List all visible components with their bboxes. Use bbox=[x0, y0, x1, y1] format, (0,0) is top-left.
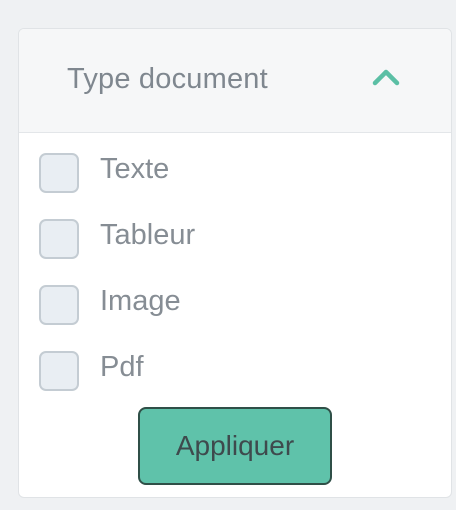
filter-title: Type document bbox=[67, 63, 268, 95]
checkbox-image[interactable] bbox=[39, 285, 79, 325]
option-label-tableur: Tableur bbox=[100, 219, 196, 251]
option-image[interactable]: Image bbox=[39, 283, 399, 327]
chevron-up-icon[interactable] bbox=[371, 67, 401, 87]
document-type-filter-panel: Type document Texte Tableur Image Pdf Ap… bbox=[18, 28, 452, 498]
checkbox-tableur[interactable] bbox=[39, 219, 79, 259]
apply-button[interactable]: Appliquer bbox=[138, 407, 332, 485]
option-tableur[interactable]: Tableur bbox=[39, 217, 399, 261]
option-label-image: Image bbox=[100, 285, 181, 317]
checkbox-texte[interactable] bbox=[39, 153, 79, 193]
option-pdf[interactable]: Pdf bbox=[39, 349, 399, 393]
filter-header[interactable]: Type document bbox=[19, 29, 451, 133]
option-label-texte: Texte bbox=[100, 153, 170, 185]
option-label-pdf: Pdf bbox=[100, 351, 144, 383]
option-texte[interactable]: Texte bbox=[39, 151, 399, 195]
checkbox-pdf[interactable] bbox=[39, 351, 79, 391]
